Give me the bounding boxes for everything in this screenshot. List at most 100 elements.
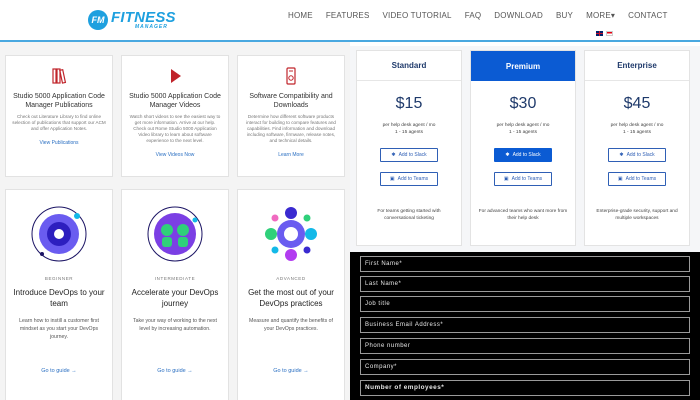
add-to-slack-button[interactable]: ✱ Add to Slack (608, 148, 666, 162)
downloads-card: Software Compatibility and Downloads Det… (237, 55, 345, 177)
logo[interactable]: FM FITNESS MANAGER (88, 7, 176, 33)
plan-price: $30 (509, 95, 537, 112)
logo-badge: FM (88, 10, 108, 30)
devops-desc: Measure and quantify the benefits of you… (249, 318, 333, 332)
target-illustration-icon (29, 204, 89, 264)
contact-form: First Name* Last Name* Job title Busines… (350, 252, 700, 400)
publications-card: Studio 5000 Application Code Manager Pub… (5, 55, 113, 177)
plan-unit: per help desk agent / mo 1 - 15 agents (585, 122, 689, 136)
nav-item-features[interactable]: FEATURES (326, 11, 370, 20)
devops-title: Accelerate your DevOps journey (131, 288, 219, 308)
pub-desc: Check out Literature Library to find onl… (12, 114, 106, 131)
plan-unit-line: per help desk agent / mo (382, 123, 436, 128)
devops-beginner-card: BEGINNER Introduce DevOps to your team L… (5, 189, 113, 400)
nav-item-contact[interactable]: CONTACT (628, 11, 667, 20)
add-to-slack-button[interactable]: ✱ Add to Slack (494, 148, 552, 162)
plan-unit-line: per help desk agent / mo (496, 123, 550, 128)
plan-agents-line: 1 - 15 agents (508, 130, 537, 135)
pricing-section: Standard $15 per help desk agent / mo 1 … (350, 46, 700, 252)
plan-desc: For teams getting started with conversat… (377, 209, 441, 221)
go-to-guide-link[interactable]: Go to guide → (238, 368, 344, 374)
pub-title: Studio 5000 Application Code Manager Pub… (13, 93, 105, 109)
plan-unit: per help desk agent / mo 1 - 15 agents (471, 122, 575, 136)
job-title-field[interactable]: Job title (360, 296, 690, 312)
add-to-teams-button[interactable]: ▣ Add to Teams (380, 172, 438, 186)
slack-icon: ✱ (391, 152, 396, 158)
plan-desc: For advanced teams who want more from th… (478, 209, 568, 221)
add-to-slack-label: Add to Slack (398, 152, 427, 158)
nav-item-home[interactable]: HOME (288, 11, 313, 20)
people-illustration-icon (145, 204, 205, 264)
add-to-slack-label: Add to Slack (626, 152, 655, 158)
plan-desc: Enterprise-grade security, support and m… (596, 209, 678, 221)
pub-desc: Watch short videos to see the easiest wa… (129, 114, 221, 143)
nav-item-download[interactable]: DOWNLOAD (494, 11, 543, 20)
language-flags (596, 31, 613, 36)
top-navbar: FM FITNESS MANAGER HOME FEATURES VIDEO T… (0, 0, 700, 42)
plan-price: $45 (623, 95, 651, 112)
teams-icon: ▣ (617, 176, 623, 182)
devops-title: Introduce DevOps to your team (13, 288, 105, 308)
logo-main: FITNESS (111, 9, 176, 26)
books-icon (49, 66, 69, 86)
level-label: BEGINNER (44, 276, 74, 281)
number-of-employees-field[interactable]: Number of employees* (360, 380, 690, 396)
add-to-slack-button[interactable]: ✱ Add to Slack (380, 148, 438, 162)
add-to-teams-button[interactable]: ▣ Add to Teams (494, 172, 552, 186)
pub-title: Studio 5000 Application Code Manager Vid… (129, 93, 221, 109)
plan-standard: Standard $15 per help desk agent / mo 1 … (356, 50, 462, 246)
play-icon (165, 66, 185, 86)
view-videos-link[interactable]: View Videos Now (122, 152, 228, 158)
learn-more-link[interactable]: Learn More (238, 152, 344, 158)
nav-item-buy[interactable]: BUY (556, 11, 573, 20)
last-name-field[interactable]: Last Name* (360, 276, 690, 292)
add-to-teams-label: Add to Teams (397, 176, 429, 182)
add-to-slack-label: Add to Slack (512, 152, 541, 158)
devops-desc: Take your way of working to the next lev… (133, 318, 217, 332)
page-root: FM FITNESS MANAGER HOME FEATURES VIDEO T… (0, 0, 700, 400)
plan-unit: per help desk agent / mo 1 - 15 agents (357, 122, 461, 136)
add-to-teams-button[interactable]: ▣ Add to Teams (608, 172, 666, 186)
plan-unit-line: per help desk agent / mo (610, 123, 664, 128)
plan-agents-line: 1 - 15 agents (622, 130, 651, 135)
plan-price: $15 (395, 95, 423, 112)
add-to-teams-label: Add to Teams (511, 176, 543, 182)
slack-icon: ✱ (505, 152, 510, 158)
pub-desc: Determine how different software product… (246, 114, 336, 143)
add-to-teams-label: Add to Teams (625, 176, 657, 182)
business-email-field[interactable]: Business Email Address* (360, 317, 690, 333)
go-to-guide-link[interactable]: Go to guide → (6, 368, 112, 374)
id-flag-icon[interactable] (606, 31, 613, 36)
nav-item-faq[interactable]: FAQ (465, 11, 482, 20)
first-name-field[interactable]: First Name* (360, 256, 690, 272)
slack-icon: ✱ (619, 152, 624, 158)
videos-card: Studio 5000 Application Code Manager Vid… (121, 55, 229, 177)
plan-enterprise: Enterprise $45 per help desk agent / mo … (584, 50, 690, 246)
main-nav: HOME FEATURES VIDEO TUTORIAL FAQ DOWNLOA… (288, 11, 681, 20)
plan-premium: Premium $30 per help desk agent / mo 1 -… (470, 50, 576, 246)
plan-name: Enterprise (585, 51, 689, 81)
company-field[interactable]: Company* (360, 359, 690, 375)
devops-title: Get the most out of your DevOps practice… (248, 288, 334, 308)
logo-text: FITNESS MANAGER (111, 10, 176, 30)
plan-agents-line: 1 - 15 agents (394, 130, 423, 135)
devops-intermediate-card: INTERMEDIATE Accelerate your DevOps jour… (121, 189, 229, 400)
level-label: INTERMEDIATE (154, 276, 196, 281)
pub-title: Software Compatibility and Downloads (249, 93, 333, 109)
devops-desc: Learn how to instill a customer first mi… (19, 318, 99, 340)
level-label: ADVANCED (276, 276, 306, 281)
teams-icon: ▣ (503, 176, 509, 182)
devops-advanced-card: ADVANCED Get the most out of your DevOps… (237, 189, 345, 400)
go-to-guide-link[interactable]: Go to guide → (122, 368, 228, 374)
view-publications-link[interactable]: View Publications (6, 140, 112, 146)
plan-name: Premium (471, 51, 575, 81)
nav-item-video-tutorial[interactable]: VIDEO TUTORIAL (383, 11, 452, 20)
logo-sub: MANAGER (135, 24, 168, 30)
teams-icon: ▣ (389, 176, 395, 182)
plan-name: Standard (357, 51, 461, 81)
uk-flag-icon[interactable] (596, 31, 603, 36)
download-icon (281, 66, 301, 86)
phone-number-field[interactable]: Phone number (360, 338, 690, 354)
network-illustration-icon (261, 204, 321, 264)
nav-item-more[interactable]: MORE▾ (586, 11, 615, 20)
